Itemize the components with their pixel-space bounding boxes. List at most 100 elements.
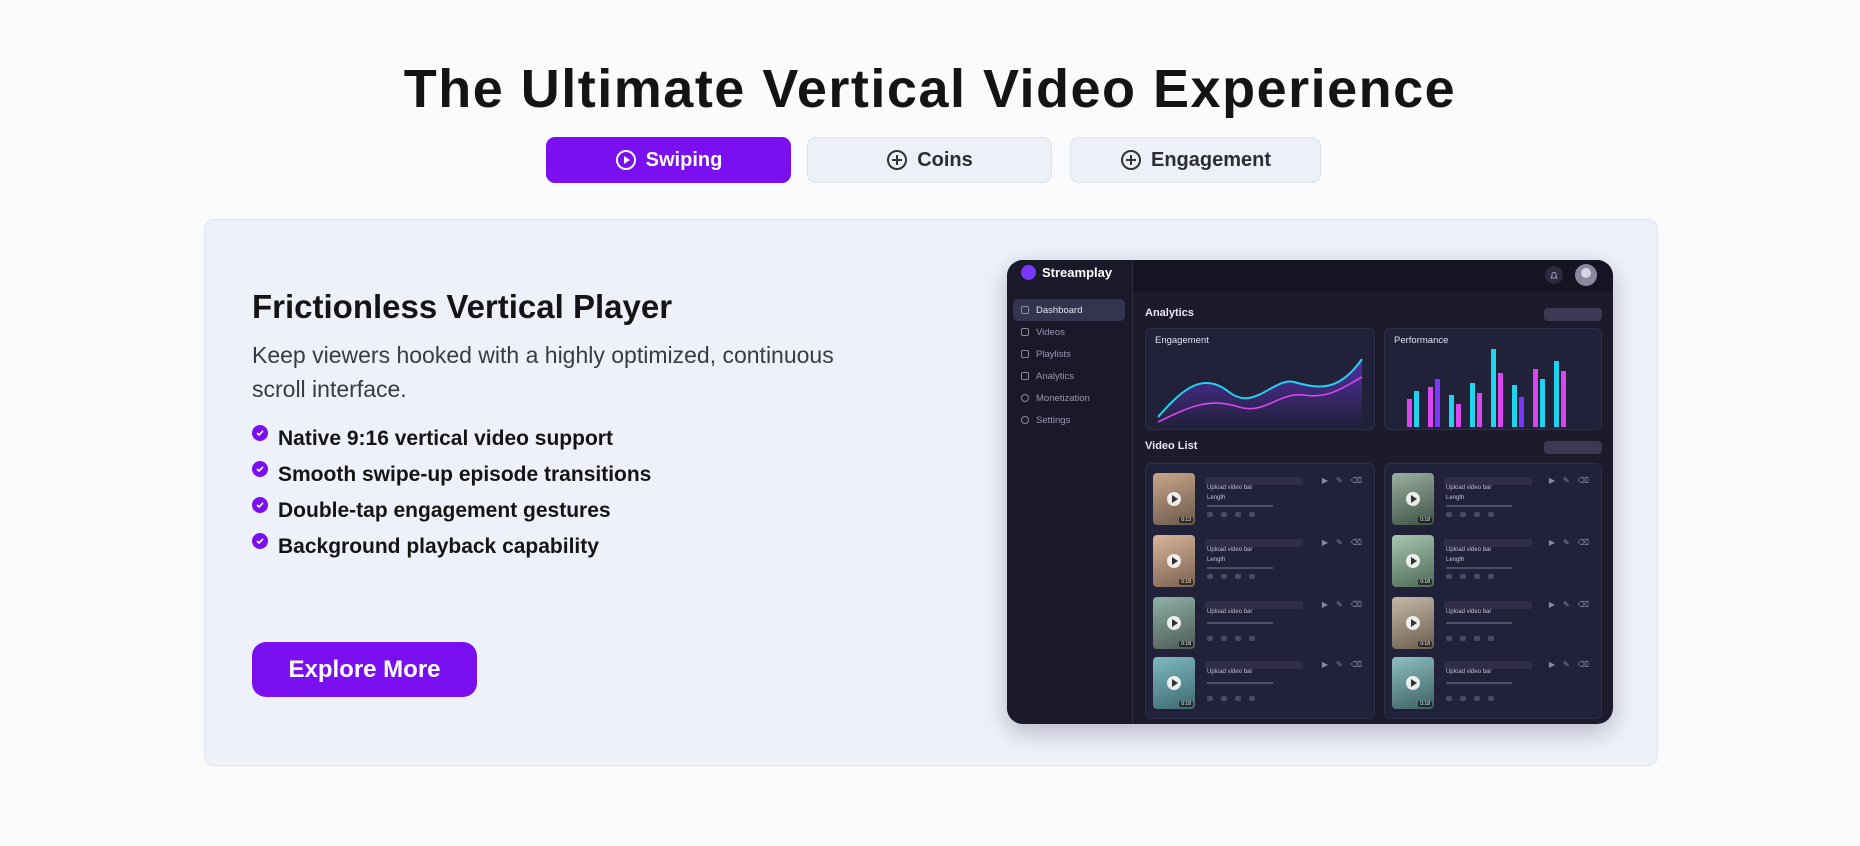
play-icon[interactable]: ▶ [1322, 476, 1328, 485]
list-item[interactable]: 0:13 Upload video bar Length ▶ ✎ ⌫ [1150, 470, 1370, 526]
trash-icon[interactable]: ⌫ [1578, 476, 1589, 485]
play-icon [1406, 492, 1420, 506]
video-thumbnail[interactable]: 0:18 [1153, 535, 1195, 587]
video-thumbnail[interactable]: 0:18 [1392, 657, 1434, 709]
play-icon[interactable]: ▶ [1549, 660, 1555, 669]
nav-label: Playlists [1036, 348, 1071, 360]
video-actions[interactable]: ▶ ✎ ⌫ [1322, 538, 1362, 547]
feature-tabs: Swiping Coins Engagement [0, 137, 1860, 183]
date-filter[interactable] [1544, 308, 1602, 321]
edit-icon[interactable]: ✎ [1563, 538, 1570, 547]
feature-bullet: Native 9:16 vertical video support [278, 427, 613, 450]
progress-line [1207, 567, 1273, 569]
brand-name: Streamplay [1042, 265, 1113, 280]
nav-item-settings[interactable]: Settings [1013, 409, 1125, 431]
nav-label: Dashboard [1036, 304, 1083, 316]
video-title: Upload video bar [1446, 609, 1492, 615]
nav-item-videos[interactable]: Videos [1013, 321, 1125, 343]
play-icon[interactable]: ▶ [1322, 600, 1328, 609]
feature-description: Keep viewers hooked with a highly optimi… [252, 342, 834, 402]
play-icon[interactable]: ▶ [1549, 538, 1555, 547]
video-actions[interactable]: ▶ ✎ ⌫ [1549, 660, 1589, 669]
engagement-panel: Engagement [1145, 328, 1375, 430]
video-actions[interactable]: ▶ ✎ ⌫ [1322, 660, 1362, 669]
tab-coins[interactable]: Coins [807, 137, 1052, 183]
play-icon[interactable]: ▶ [1549, 600, 1555, 609]
list-item[interactable]: 0:18 Upload video bar Length ▶ ✎ ⌫ [1150, 532, 1370, 588]
video-title: Upload video bar [1207, 547, 1253, 553]
nav-item-analytics[interactable]: Analytics [1013, 365, 1125, 387]
avatar[interactable] [1575, 264, 1597, 286]
nav-label: Settings [1036, 414, 1071, 426]
video-thumbnail[interactable]: 0:18 [1392, 597, 1434, 649]
video-actions[interactable]: ▶ ✎ ⌫ [1549, 476, 1589, 485]
trash-icon[interactable]: ⌫ [1351, 600, 1362, 609]
progress-line [1446, 567, 1512, 569]
title-bar [1205, 477, 1303, 485]
video-stats [1207, 574, 1255, 579]
check-icon [252, 461, 268, 477]
trash-icon[interactable]: ⌫ [1578, 538, 1589, 547]
progress-line [1446, 622, 1512, 624]
trash-icon[interactable]: ⌫ [1578, 600, 1589, 609]
video-icon [1021, 328, 1029, 336]
edit-icon[interactable]: ✎ [1563, 600, 1570, 609]
tab-swiping[interactable]: Swiping [546, 137, 791, 183]
trash-icon[interactable]: ⌫ [1351, 660, 1362, 669]
dashboard-topbar [1133, 260, 1613, 292]
trash-icon[interactable]: ⌫ [1351, 476, 1362, 485]
video-stats [1207, 512, 1255, 517]
video-thumbnail[interactable]: 0:18 [1153, 597, 1195, 649]
edit-icon[interactable]: ✎ [1336, 600, 1343, 609]
video-stats [1446, 574, 1494, 579]
list-item[interactable]: 0:18 Upload video bar ▶ ✎ ⌫ [1389, 594, 1597, 650]
play-icon [1167, 676, 1181, 690]
video-thumbnail[interactable]: 0:13 [1153, 473, 1195, 525]
list-item[interactable]: 0:18 Upload video bar ▶ ✎ ⌫ [1150, 594, 1370, 650]
nav-item-dashboard[interactable]: Dashboard [1013, 299, 1125, 321]
play-icon[interactable]: ▶ [1322, 660, 1328, 669]
video-stats [1207, 636, 1255, 641]
video-actions[interactable]: ▶ ✎ ⌫ [1549, 600, 1589, 609]
bell-icon[interactable] [1545, 266, 1563, 284]
tab-label: Coins [917, 148, 973, 171]
title-bar [1205, 539, 1303, 547]
list-item[interactable]: 0:18 Upload video bar ▶ ✎ ⌫ [1389, 654, 1597, 710]
video-stats [1446, 636, 1494, 641]
video-duration: 0:18 [1418, 701, 1432, 707]
trash-icon[interactable]: ⌫ [1351, 538, 1362, 547]
list-filter[interactable] [1544, 441, 1602, 454]
video-duration: 0:18 [1418, 641, 1432, 647]
nav-item-monetization[interactable]: Monetization [1013, 387, 1125, 409]
play-icon [1406, 676, 1420, 690]
video-stats [1446, 696, 1494, 701]
video-sub: Length [1446, 495, 1465, 501]
nav-item-playlists[interactable]: Playlists [1013, 343, 1125, 365]
check-icon [252, 533, 268, 549]
edit-icon[interactable]: ✎ [1336, 538, 1343, 547]
video-actions[interactable]: ▶ ✎ ⌫ [1549, 538, 1589, 547]
play-icon[interactable]: ▶ [1549, 476, 1555, 485]
edit-icon[interactable]: ✎ [1336, 476, 1343, 485]
video-title: Upload video bar [1207, 485, 1253, 491]
nav-label: Monetization [1036, 392, 1090, 404]
feature-list: Native 9:16 vertical video support Smoot… [252, 421, 651, 565]
explore-more-button[interactable]: Explore More [252, 642, 477, 697]
edit-icon[interactable]: ✎ [1563, 476, 1570, 485]
video-thumbnail[interactable]: 0:18 [1153, 657, 1195, 709]
gear-icon [1021, 416, 1029, 424]
video-actions[interactable]: ▶ ✎ ⌫ [1322, 476, 1362, 485]
nav-label: Videos [1036, 326, 1065, 338]
list-item[interactable]: 0:18 Upload video bar ▶ ✎ ⌫ [1150, 654, 1370, 710]
play-icon[interactable]: ▶ [1322, 538, 1328, 547]
check-icon [252, 425, 268, 441]
trash-icon[interactable]: ⌫ [1578, 660, 1589, 669]
list-item[interactable]: 0:18 Upload video bar Length ▶ ✎ ⌫ [1389, 532, 1597, 588]
video-thumbnail[interactable]: 0:18 [1392, 535, 1434, 587]
tab-engagement[interactable]: Engagement [1070, 137, 1321, 183]
edit-icon[interactable]: ✎ [1336, 660, 1343, 669]
video-actions[interactable]: ▶ ✎ ⌫ [1322, 600, 1362, 609]
video-thumbnail[interactable]: 0:18 [1392, 473, 1434, 525]
list-item[interactable]: 0:18 Upload video bar Length ▶ ✎ ⌫ [1389, 470, 1597, 526]
edit-icon[interactable]: ✎ [1563, 660, 1570, 669]
